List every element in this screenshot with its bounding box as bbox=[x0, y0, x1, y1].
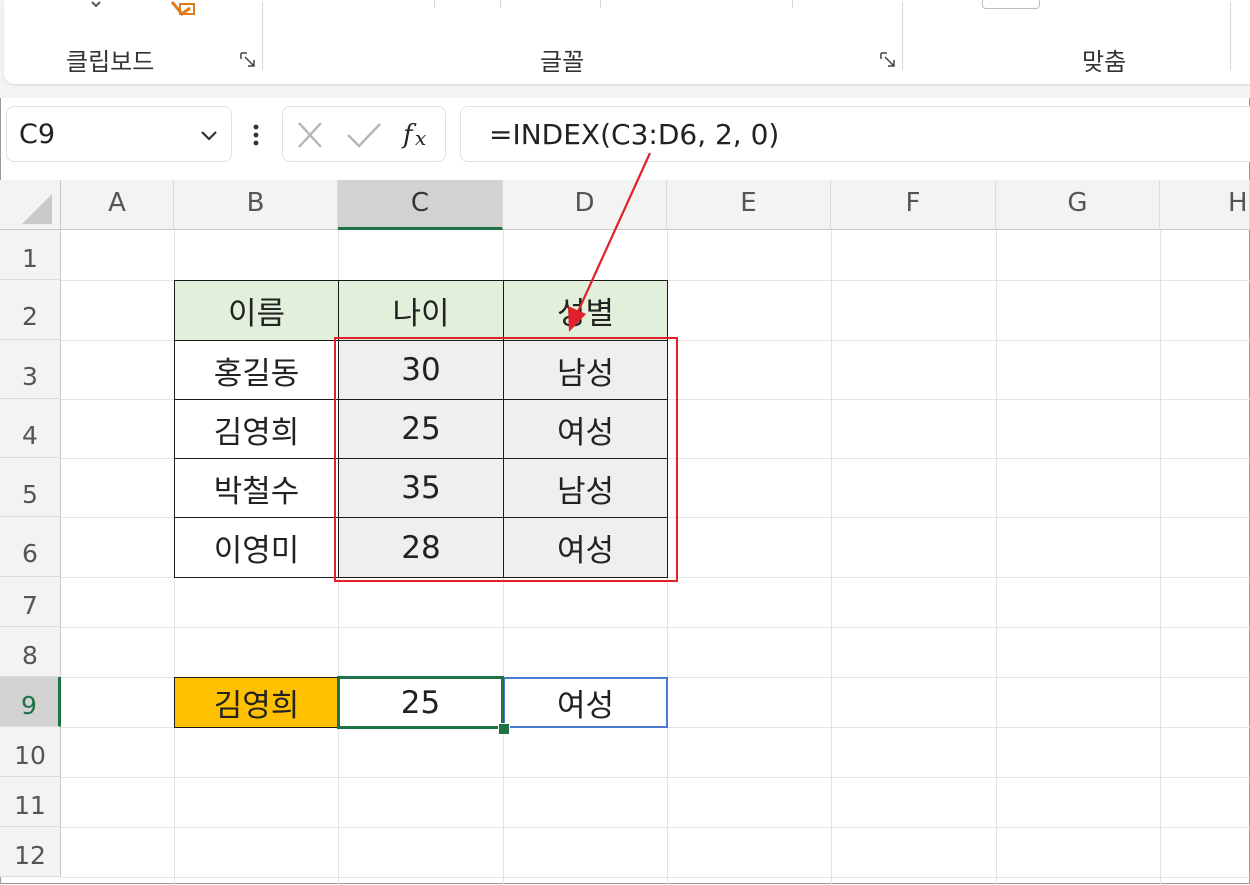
row-header-6[interactable]: 6 bbox=[0, 517, 61, 577]
row-header-5[interactable]: 5 bbox=[0, 458, 61, 517]
svg-text:x: x bbox=[415, 126, 426, 150]
select-all-corner[interactable] bbox=[0, 180, 61, 230]
group-label-font: 글꼴 bbox=[540, 48, 585, 76]
column-header-f[interactable]: F bbox=[831, 180, 996, 230]
table-header-gender[interactable]: 성별 bbox=[503, 280, 668, 341]
ribbon-tick bbox=[792, 0, 793, 8]
group-label-alignment: 맞춤 bbox=[1082, 48, 1127, 76]
ribbon-tick bbox=[600, 0, 601, 8]
name-box[interactable]: C9 bbox=[6, 106, 232, 162]
formula-input[interactable]: =INDEX(C3:D6, 2, 0) bbox=[460, 106, 1250, 162]
ribbon-area: 클립보드 글꼴 맞춤 bbox=[0, 0, 1250, 98]
gridline bbox=[996, 230, 997, 884]
clipboard-small-icon bbox=[91, 1, 101, 8]
insert-function-icon[interactable]: f x bbox=[401, 117, 437, 151]
row-header-9[interactable]: 9 bbox=[0, 677, 61, 727]
gridline bbox=[61, 627, 1250, 628]
column-header-e[interactable]: E bbox=[667, 180, 831, 230]
formula-text: =INDEX(C3:D6, 2, 0) bbox=[489, 118, 780, 151]
row-header-7[interactable]: 7 bbox=[0, 577, 61, 627]
ribbon-tick bbox=[434, 0, 435, 8]
highlight-box bbox=[334, 337, 678, 582]
formula-buttons: f x bbox=[282, 106, 446, 162]
column-header-a[interactable]: A bbox=[61, 180, 174, 230]
ribbon: 클립보드 글꼴 맞춤 bbox=[4, 0, 1250, 84]
gridline bbox=[61, 877, 1250, 878]
gridline bbox=[61, 827, 1250, 828]
active-cell-c9[interactable]: 25 bbox=[337, 676, 504, 729]
table-header-name[interactable]: 이름 bbox=[174, 280, 339, 341]
column-header-g[interactable]: G bbox=[996, 180, 1160, 230]
gridline bbox=[1160, 230, 1161, 884]
spreadsheet-grid: A B C D E F G H 1 2 3 4 5 6 7 8 9 10 11 … bbox=[0, 152, 1250, 884]
name-box-value: C9 bbox=[19, 119, 56, 150]
group-label-clipboard: 클립보드 bbox=[66, 48, 155, 76]
row-header-11[interactable]: 11 bbox=[0, 777, 61, 827]
result-name-cell[interactable]: 김영희 bbox=[174, 677, 339, 728]
dialog-launcher-icon[interactable] bbox=[880, 52, 896, 68]
column-header-c[interactable]: C bbox=[338, 180, 503, 230]
row-header-3[interactable]: 3 bbox=[0, 340, 61, 399]
ribbon-tick bbox=[500, 0, 501, 8]
dialog-launcher-icon[interactable] bbox=[240, 52, 256, 68]
table-cell-name[interactable]: 박철수 bbox=[174, 458, 339, 518]
column-header-h[interactable]: H bbox=[1160, 180, 1250, 230]
row-header-8[interactable]: 8 bbox=[0, 627, 61, 677]
column-header-b[interactable]: B bbox=[174, 180, 338, 230]
row-header-12[interactable]: 12 bbox=[0, 827, 61, 877]
row-header-2[interactable]: 2 bbox=[0, 280, 61, 340]
gridline bbox=[61, 777, 1250, 778]
group-separator bbox=[262, 2, 263, 70]
table-cell-name[interactable]: 이영미 bbox=[174, 517, 339, 578]
gridline bbox=[831, 230, 832, 884]
ribbon-control[interactable] bbox=[982, 0, 1040, 9]
chevron-down-icon[interactable] bbox=[199, 125, 219, 145]
row-header-4[interactable]: 4 bbox=[0, 399, 61, 458]
result-gender-cell[interactable]: 여성 bbox=[503, 677, 668, 728]
select-all-triangle-icon bbox=[22, 194, 52, 224]
format-painter-icon[interactable] bbox=[164, 0, 204, 26]
fill-handle[interactable] bbox=[498, 723, 510, 735]
table-header-age[interactable]: 나이 bbox=[338, 280, 504, 341]
table-cell-name[interactable]: 김영희 bbox=[174, 399, 339, 459]
group-separator bbox=[902, 2, 903, 70]
group-separator bbox=[1230, 2, 1231, 70]
enter-icon[interactable] bbox=[345, 121, 383, 149]
more-options-icon[interactable] bbox=[250, 120, 262, 150]
column-header-d[interactable]: D bbox=[503, 180, 667, 230]
row-header-10[interactable]: 10 bbox=[0, 727, 61, 777]
row-header-1[interactable]: 1 bbox=[0, 230, 61, 280]
table-cell-name[interactable]: 홍길동 bbox=[174, 340, 339, 400]
cancel-icon[interactable] bbox=[295, 121, 325, 149]
